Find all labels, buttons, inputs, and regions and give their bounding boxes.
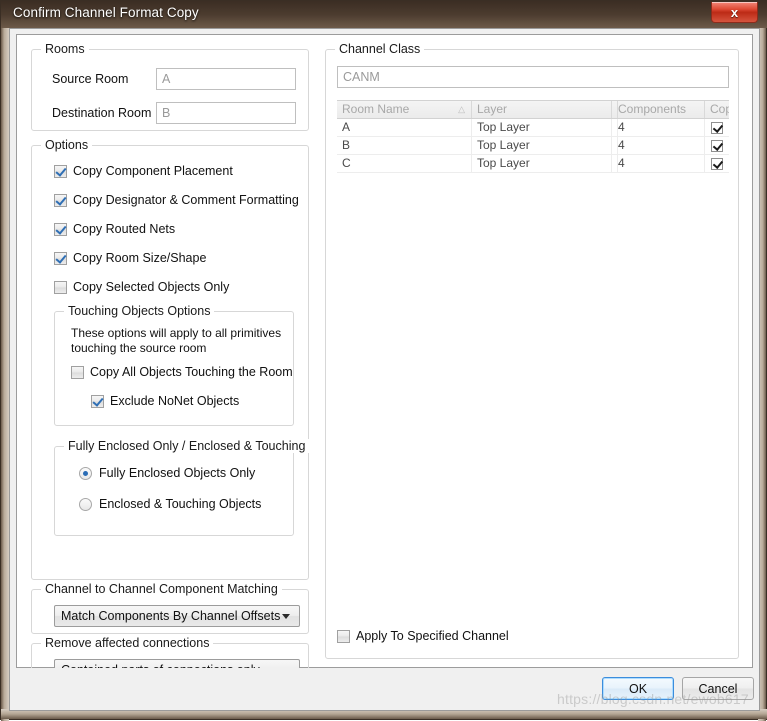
option-copy-all-objects-touching-room[interactable]: Copy All Objects Touching the Room xyxy=(71,365,293,379)
dialog-window: Confirm Channel Format Copy x Rooms Sour… xyxy=(0,0,767,721)
table-row[interactable]: C Top Layer 4 xyxy=(337,155,729,173)
radio-label: Enclosed & Touching Objects xyxy=(99,497,262,511)
table-header-row: Room Name △ Layer Components Copy xyxy=(337,100,729,119)
cell-layer: Top Layer xyxy=(472,119,612,136)
option-copy-selected-objects-only[interactable]: Copy Selected Objects Only xyxy=(54,280,229,294)
destination-room-input[interactable]: B xyxy=(156,102,296,124)
option-label: Copy Routed Nets xyxy=(73,222,176,236)
checkbox-icon xyxy=(54,164,67,178)
window-frame-left xyxy=(1,1,9,721)
checkbox-icon xyxy=(54,251,67,265)
option-copy-room-size-shape[interactable]: Copy Room Size/Shape xyxy=(54,251,206,265)
channel-matching-value: Match Components By Channel Offsets xyxy=(61,609,281,623)
option-label: Copy Designator & Comment Formatting xyxy=(73,193,299,207)
cell-copy[interactable] xyxy=(705,119,729,136)
table-row[interactable]: B Top Layer 4 xyxy=(337,137,729,155)
cell-copy[interactable] xyxy=(705,155,729,172)
column-label: Room Name xyxy=(342,102,410,116)
option-apply-to-specified-channel[interactable]: Apply To Specified Channel xyxy=(337,629,509,643)
fully-enclosed-group: Fully Enclosed Only / Enclosed & Touchin… xyxy=(54,439,310,536)
content-pane: Rooms Source Room A Destination Room B O… xyxy=(16,34,753,688)
close-button[interactable]: x xyxy=(711,2,758,23)
checkbox-icon xyxy=(54,222,67,236)
checkbox-icon xyxy=(54,280,67,294)
chevron-down-icon xyxy=(282,614,290,619)
cancel-button-label: Cancel xyxy=(698,681,738,696)
title-bar[interactable]: Confirm Channel Format Copy x xyxy=(1,1,767,28)
option-label: Apply To Specified Channel xyxy=(356,629,509,643)
column-label: Layer xyxy=(477,102,508,116)
source-room-label: Source Room xyxy=(52,72,129,86)
cell-room-name: B xyxy=(337,137,472,154)
touching-note-line2: touching the source room xyxy=(71,341,207,355)
option-exclude-nonet-objects[interactable]: Exclude NoNet Objects xyxy=(91,394,239,408)
source-room-value: A xyxy=(162,72,171,86)
option-label: Copy All Objects Touching the Room xyxy=(90,365,293,379)
cell-room-name: A xyxy=(337,119,472,136)
sort-ascending-icon: △ xyxy=(458,104,465,114)
column-label: Copy xyxy=(710,102,729,116)
options-group-legend: Options xyxy=(41,138,93,152)
destination-room-value: B xyxy=(162,106,171,120)
source-room-input[interactable]: A xyxy=(156,68,296,90)
column-header-room-name[interactable]: Room Name △ xyxy=(337,101,472,118)
destination-room-label: Destination Room xyxy=(52,106,152,120)
touching-objects-group: Touching Objects Options These options w… xyxy=(54,304,294,426)
column-label: Components xyxy=(618,102,687,116)
close-icon: x xyxy=(730,4,739,20)
rooms-group-legend: Rooms xyxy=(41,42,89,56)
option-label: Exclude NoNet Objects xyxy=(110,394,240,408)
channel-rooms-table: Room Name △ Layer Components Copy xyxy=(337,100,729,173)
column-header-components[interactable]: Components xyxy=(613,101,705,118)
checkbox-icon xyxy=(91,394,104,408)
checkbox-icon[interactable] xyxy=(711,121,723,134)
touching-objects-legend: Touching Objects Options xyxy=(64,304,215,318)
radio-icon xyxy=(79,466,92,480)
channel-matching-dropdown[interactable]: Match Components By Channel Offsets xyxy=(54,605,300,627)
touching-note-line1: These options will apply to all primitiv… xyxy=(71,326,282,340)
channel-class-group: Channel Class CANM Room Name △ Layer Com… xyxy=(325,42,739,659)
ok-button-label: OK xyxy=(628,681,648,696)
options-group: Options Copy Component Placement Copy De… xyxy=(31,138,310,580)
channel-class-legend: Channel Class xyxy=(335,42,425,56)
radio-enclosed-and-touching-objects[interactable]: Enclosed & Touching Objects xyxy=(79,497,261,511)
column-header-layer[interactable]: Layer xyxy=(472,101,612,118)
cell-layer: Top Layer xyxy=(472,155,612,172)
window-title: Confirm Channel Format Copy xyxy=(13,5,199,20)
option-label: Copy Room Size/Shape xyxy=(73,251,207,265)
checkbox-icon[interactable] xyxy=(711,139,723,152)
dialog-client-area: Rooms Source Room A Destination Room B O… xyxy=(9,28,760,711)
cell-components: 4 xyxy=(613,137,705,154)
checkbox-icon xyxy=(337,629,350,643)
radio-fully-enclosed-objects-only[interactable]: Fully Enclosed Objects Only xyxy=(79,466,255,480)
option-copy-routed-nets[interactable]: Copy Routed Nets xyxy=(54,222,175,236)
cell-room-name: C xyxy=(337,155,472,172)
channel-class-input[interactable]: CANM xyxy=(337,66,729,88)
column-header-copy[interactable]: Copy xyxy=(705,101,729,118)
checkbox-icon xyxy=(71,365,84,379)
radio-icon xyxy=(79,497,92,511)
cancel-button[interactable]: Cancel xyxy=(682,677,754,700)
remove-connections-legend: Remove affected connections xyxy=(41,636,214,650)
cell-layer: Top Layer xyxy=(472,137,612,154)
dialog-footer: OK Cancel xyxy=(10,668,759,710)
checkbox-icon[interactable] xyxy=(711,157,723,170)
radio-label: Fully Enclosed Objects Only xyxy=(99,466,256,480)
table-row[interactable]: A Top Layer 4 xyxy=(337,119,729,137)
ok-button[interactable]: OK xyxy=(602,677,674,700)
option-copy-designator-comment-formatting[interactable]: Copy Designator & Comment Formatting xyxy=(54,193,299,207)
rooms-group: Rooms Source Room A Destination Room B xyxy=(31,42,309,131)
cell-components: 4 xyxy=(613,119,705,136)
cell-components: 4 xyxy=(613,155,705,172)
fully-enclosed-legend: Fully Enclosed Only / Enclosed & Touchin… xyxy=(64,439,310,453)
option-copy-component-placement[interactable]: Copy Component Placement xyxy=(54,164,233,178)
channel-matching-legend: Channel to Channel Component Matching xyxy=(41,582,282,596)
cell-copy[interactable] xyxy=(705,137,729,154)
checkbox-icon xyxy=(54,193,67,207)
option-label: Copy Component Placement xyxy=(73,164,233,178)
option-label: Copy Selected Objects Only xyxy=(73,280,230,294)
channel-class-value: CANM xyxy=(343,70,380,84)
channel-matching-group: Channel to Channel Component Matching Ma… xyxy=(31,582,309,634)
